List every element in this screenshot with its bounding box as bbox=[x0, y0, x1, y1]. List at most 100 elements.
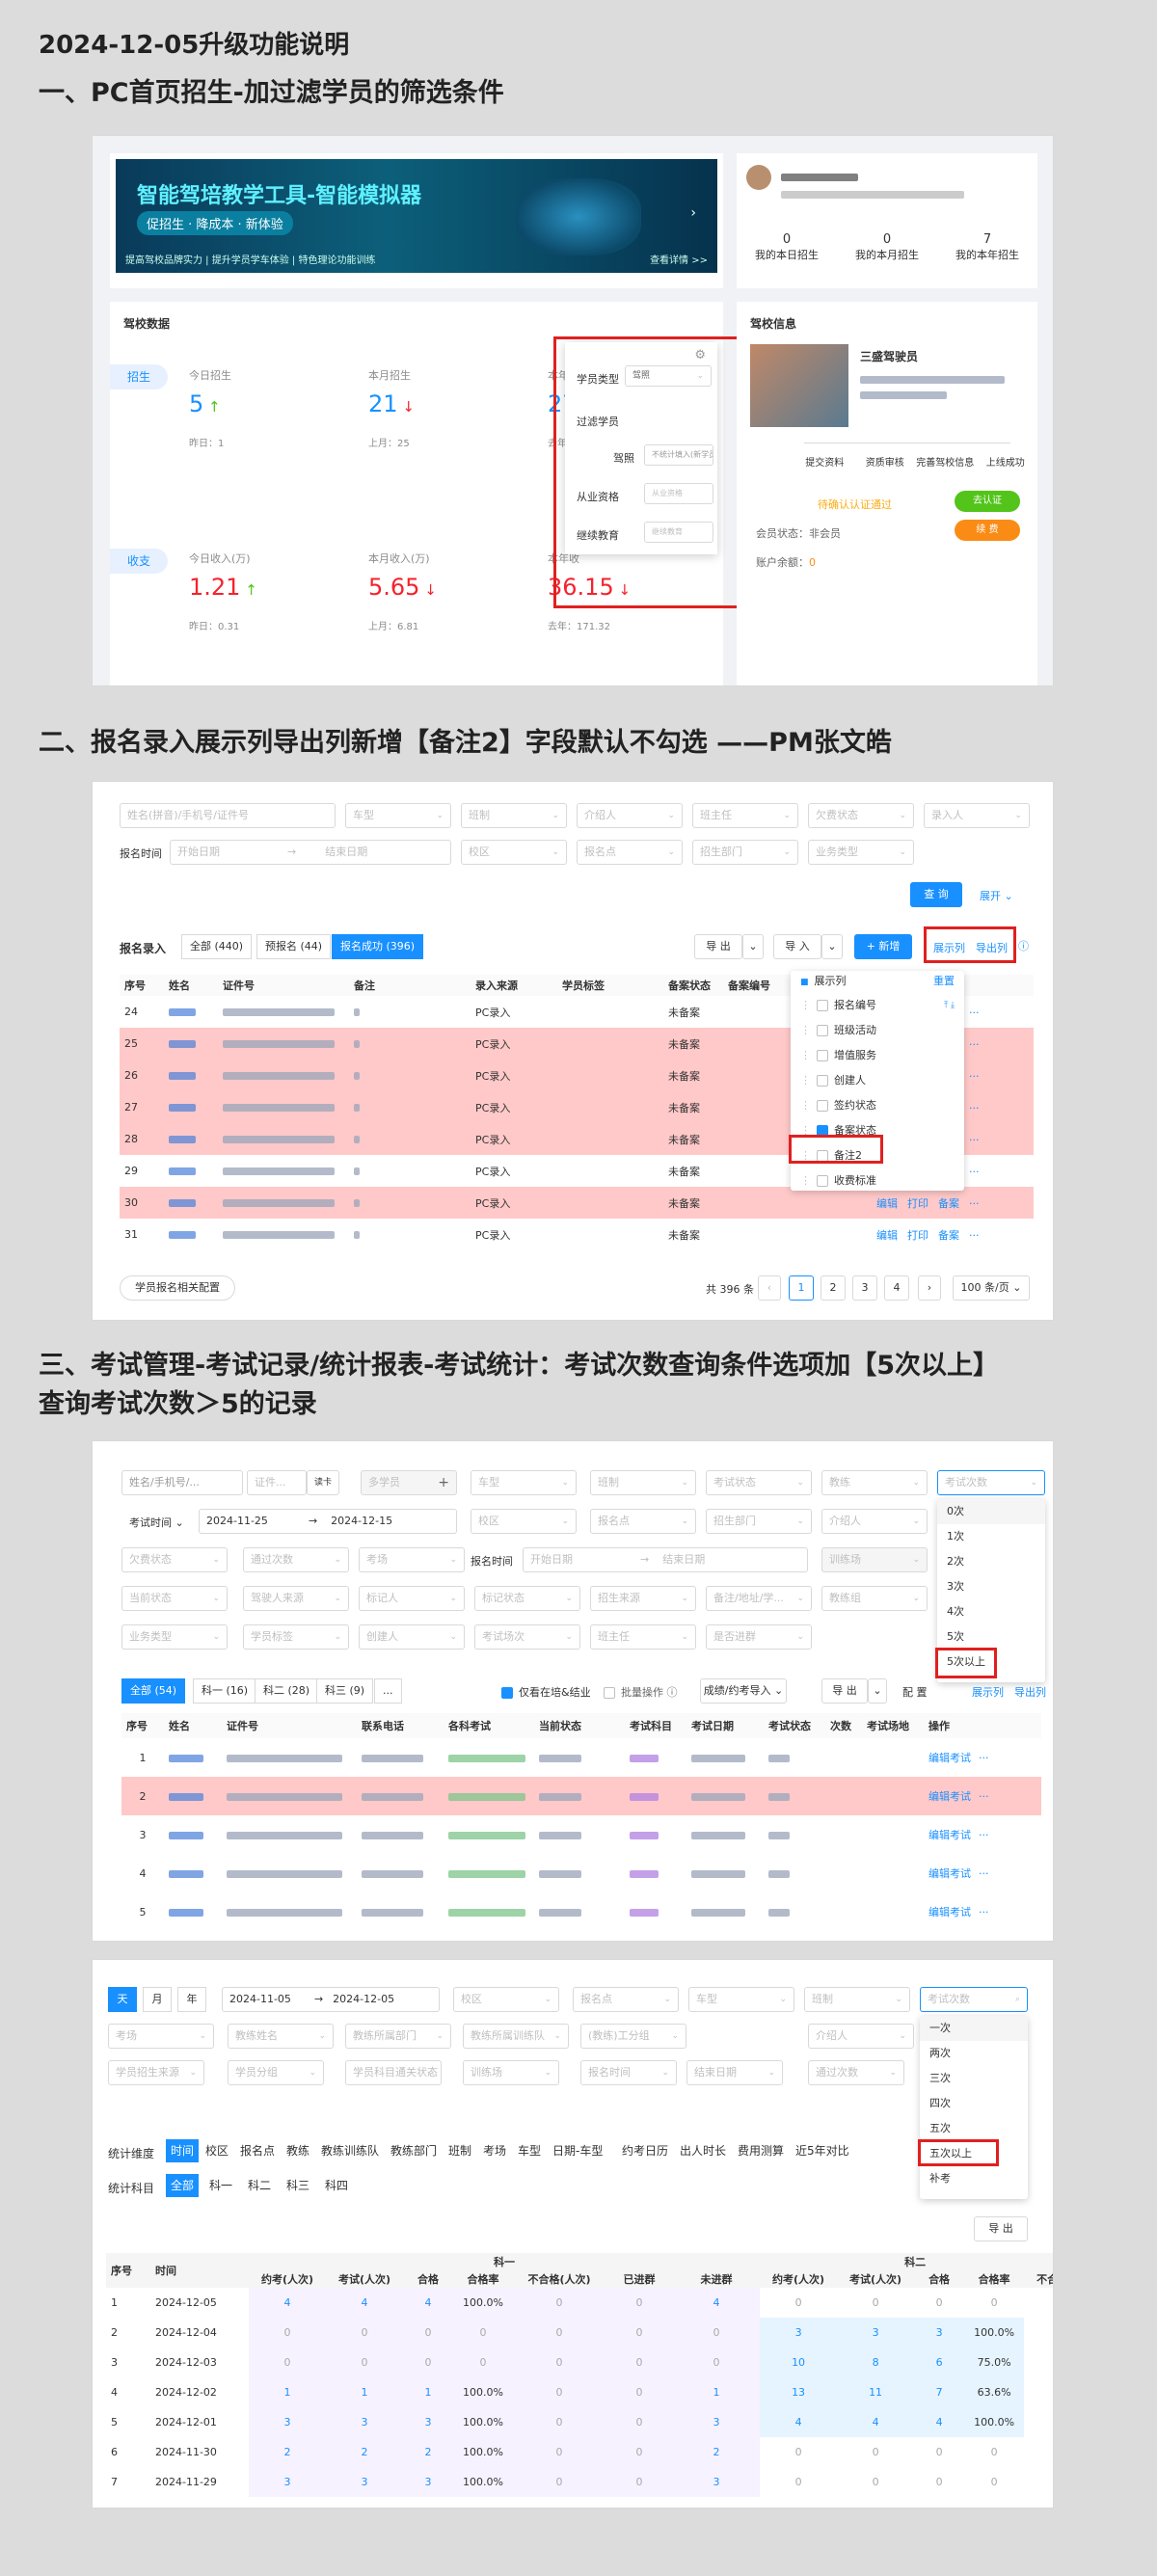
exam-date-range[interactable]: 2024-11-25 → 2024-12-15 bbox=[199, 1509, 457, 1534]
filter-select[interactable]: 标记状态 ⌄ bbox=[474, 1586, 580, 1611]
filter-select[interactable]: 报名点 ⌄ bbox=[590, 1509, 696, 1534]
filter-select[interactable]: 车型 ⌄ bbox=[345, 803, 451, 828]
subject1-cell[interactable]: 2 bbox=[403, 2437, 453, 2467]
edit-exam-link[interactable]: 编辑考试 bbox=[928, 1906, 971, 1919]
subject1-cell[interactable]: 3 bbox=[403, 2467, 453, 2497]
chevron-down-icon[interactable]: ⌄ bbox=[821, 934, 843, 959]
filter-select[interactable]: 招生部门 ⌄ bbox=[706, 1509, 812, 1534]
filter-select[interactable]: 考试状态 ⌄ bbox=[706, 1470, 812, 1495]
filter-select[interactable]: 驾驶人来源 ⌄ bbox=[243, 1586, 349, 1611]
filter-select[interactable]: 校区 ⌄ bbox=[471, 1509, 577, 1534]
count-option[interactable]: 5次 bbox=[937, 1624, 1045, 1650]
column-option[interactable]: ⋮ 创建人 bbox=[791, 1068, 964, 1093]
date-range[interactable]: 2024-11-05 → 2024-12-05 bbox=[222, 1987, 440, 2012]
page-button[interactable]: 3 bbox=[852, 1275, 877, 1301]
subject1-cell[interactable]: 1 bbox=[673, 2377, 761, 2407]
dimension-tab[interactable]: 费用测算 bbox=[733, 2139, 789, 2162]
tab-subject3[interactable]: 科三 (9) bbox=[316, 1678, 374, 1704]
next-page-button[interactable]: › bbox=[918, 1275, 941, 1301]
expand-link[interactable]: 展开 ⌄ bbox=[980, 888, 1013, 903]
filter-select[interactable]: 招生来源 ⌄ bbox=[590, 1586, 696, 1611]
subject1-cell[interactable]: 0 bbox=[326, 2318, 403, 2348]
student-name[interactable] bbox=[164, 1187, 218, 1219]
dimension-tab[interactable]: 班制 bbox=[444, 2139, 476, 2162]
subject2-cell[interactable]: 7 bbox=[914, 2377, 965, 2407]
filter-select[interactable]: 教练 ⌄ bbox=[821, 1470, 928, 1495]
subject2-cell[interactable]: 6 bbox=[914, 2348, 965, 2377]
filter-select[interactable]: 业务类型 ⌄ bbox=[808, 840, 914, 865]
renew-button[interactable]: 续 费 bbox=[955, 520, 1020, 541]
filter-select[interactable]: 欠费状态 ⌄ bbox=[121, 1547, 228, 1572]
batch-checkbox[interactable]: 批量操作 ⓘ bbox=[604, 1684, 678, 1700]
subject1-cell[interactable]: 4 bbox=[673, 2288, 761, 2318]
dimension-tab[interactable]: 日期-车型 bbox=[548, 2139, 607, 2162]
subject1-cell[interactable]: 2 bbox=[326, 2437, 403, 2467]
filter-select[interactable]: 介绍人 ⌄ bbox=[808, 2024, 914, 2049]
rec-link[interactable]: 备案 bbox=[938, 1229, 959, 1242]
count-option[interactable]: 五次 bbox=[920, 2116, 1028, 2141]
filter-select[interactable]: 报名点 ⌄ bbox=[577, 840, 683, 865]
tab-subject2[interactable]: 科二 (28) bbox=[255, 1678, 319, 1704]
tab-success[interactable]: 报名成功 (396) bbox=[332, 934, 424, 959]
dimension-tab[interactable]: 出人时长 bbox=[675, 2139, 731, 2162]
filter-select[interactable]: 教练姓名 ⌄ bbox=[228, 2024, 334, 2049]
tab-pre[interactable]: 预报名 (44) bbox=[256, 934, 332, 959]
subject1-cell[interactable]: 0 bbox=[673, 2318, 761, 2348]
filter-select[interactable]: 车型 ⌄ bbox=[688, 1987, 794, 2012]
subject2-cell[interactable]: 3 bbox=[837, 2318, 915, 2348]
edit-exam-link[interactable]: 编辑考试 bbox=[928, 1867, 971, 1880]
filter-select[interactable]: 结束日期 ⌄ bbox=[686, 2060, 783, 2085]
page-size-select[interactable]: 100 条/页 ⌄ bbox=[953, 1275, 1030, 1301]
count-option[interactable]: 0次 bbox=[937, 1499, 1045, 1524]
table-row[interactable]: 4 编辑考试 ··· bbox=[121, 1854, 1041, 1892]
filter-select[interactable]: 教练所属训练队 ⌄ bbox=[463, 2024, 569, 2049]
filter-select[interactable]: 通过次数 ⌄ bbox=[808, 2060, 904, 2085]
column-option[interactable]: ⋮ 班级活动 bbox=[791, 1018, 964, 1043]
filter-select[interactable]: 班制 ⌄ bbox=[804, 1987, 910, 2012]
more-link[interactable]: ··· bbox=[969, 1166, 980, 1178]
filter-select[interactable]: 班制 ⌄ bbox=[590, 1470, 696, 1495]
dimension-tab[interactable]: 近5年对比 bbox=[791, 2139, 854, 2162]
subject2-cell[interactable]: 13 bbox=[760, 2377, 838, 2407]
count-option[interactable]: 4次 bbox=[937, 1599, 1045, 1624]
subject1-cell[interactable]: 3 bbox=[673, 2407, 761, 2437]
filter-select[interactable]: 考场 ⌄ bbox=[359, 1547, 465, 1572]
subject-tab[interactable]: 科四 bbox=[320, 2174, 353, 2197]
export-button[interactable]: 导 出 bbox=[694, 934, 742, 959]
subject1-cell[interactable]: 2 bbox=[673, 2437, 761, 2467]
count-option[interactable]: 1次 bbox=[937, 1524, 1045, 1549]
table-row[interactable]: 31 PC录入 未备案 编辑 打印 备案 ··· bbox=[120, 1219, 1034, 1250]
student-name[interactable] bbox=[164, 1060, 218, 1091]
count-option[interactable]: 一次 bbox=[920, 2016, 1028, 2041]
filter-select[interactable]: 班主任 ⌄ bbox=[692, 803, 798, 828]
only-active-checkbox[interactable]: 仅看在培&结业 bbox=[501, 1684, 591, 1700]
rec-link[interactable]: 备案 bbox=[938, 1197, 959, 1210]
score-import-button[interactable]: 成绩/约考导入 ⌄ bbox=[700, 1678, 787, 1704]
subject1-cell[interactable]: 3 bbox=[326, 2467, 403, 2497]
subject2-cell[interactable]: 10 bbox=[760, 2348, 838, 2377]
edit-link[interactable]: 编辑 bbox=[876, 1229, 898, 1242]
more-link[interactable]: ··· bbox=[979, 1752, 989, 1764]
filter-select[interactable]: 学员标签 ⌄ bbox=[243, 1624, 349, 1650]
subject1-cell[interactable]: 3 bbox=[249, 2467, 326, 2497]
column-option[interactable]: ⋮ 增值服务 bbox=[791, 1043, 964, 1068]
filter-select[interactable]: (教练)工分组 ⌄ bbox=[580, 2024, 686, 2049]
page-button[interactable]: 4 bbox=[884, 1275, 909, 1301]
subject1-cell[interactable]: 3 bbox=[673, 2467, 761, 2497]
subject-tab[interactable]: 全部 bbox=[166, 2174, 200, 2197]
student-name[interactable] bbox=[164, 1028, 218, 1060]
filter-select[interactable]: 招生部门 ⌄ bbox=[692, 840, 798, 865]
subject1-cell[interactable]: 0 bbox=[403, 2318, 453, 2348]
filter-select[interactable]: 介绍人 ⌄ bbox=[821, 1509, 928, 1534]
subject2-cell[interactable]: 3 bbox=[760, 2318, 838, 2348]
tab-more[interactable]: ... bbox=[374, 1678, 402, 1704]
dimension-tab[interactable]: 考场 bbox=[478, 2139, 511, 2162]
more-link[interactable]: ··· bbox=[969, 1038, 980, 1051]
subject2-cell[interactable]: 0 bbox=[914, 2467, 965, 2497]
more-link[interactable]: ··· bbox=[969, 1229, 980, 1242]
student-name[interactable] bbox=[164, 1892, 222, 1931]
show-columns-link[interactable]: 展示列 bbox=[972, 1684, 1004, 1700]
subject-tab[interactable]: 科一 bbox=[204, 2174, 237, 2197]
more-link[interactable]: ··· bbox=[979, 1790, 989, 1803]
filter-select[interactable]: 通过次数 ⌄ bbox=[243, 1547, 349, 1572]
